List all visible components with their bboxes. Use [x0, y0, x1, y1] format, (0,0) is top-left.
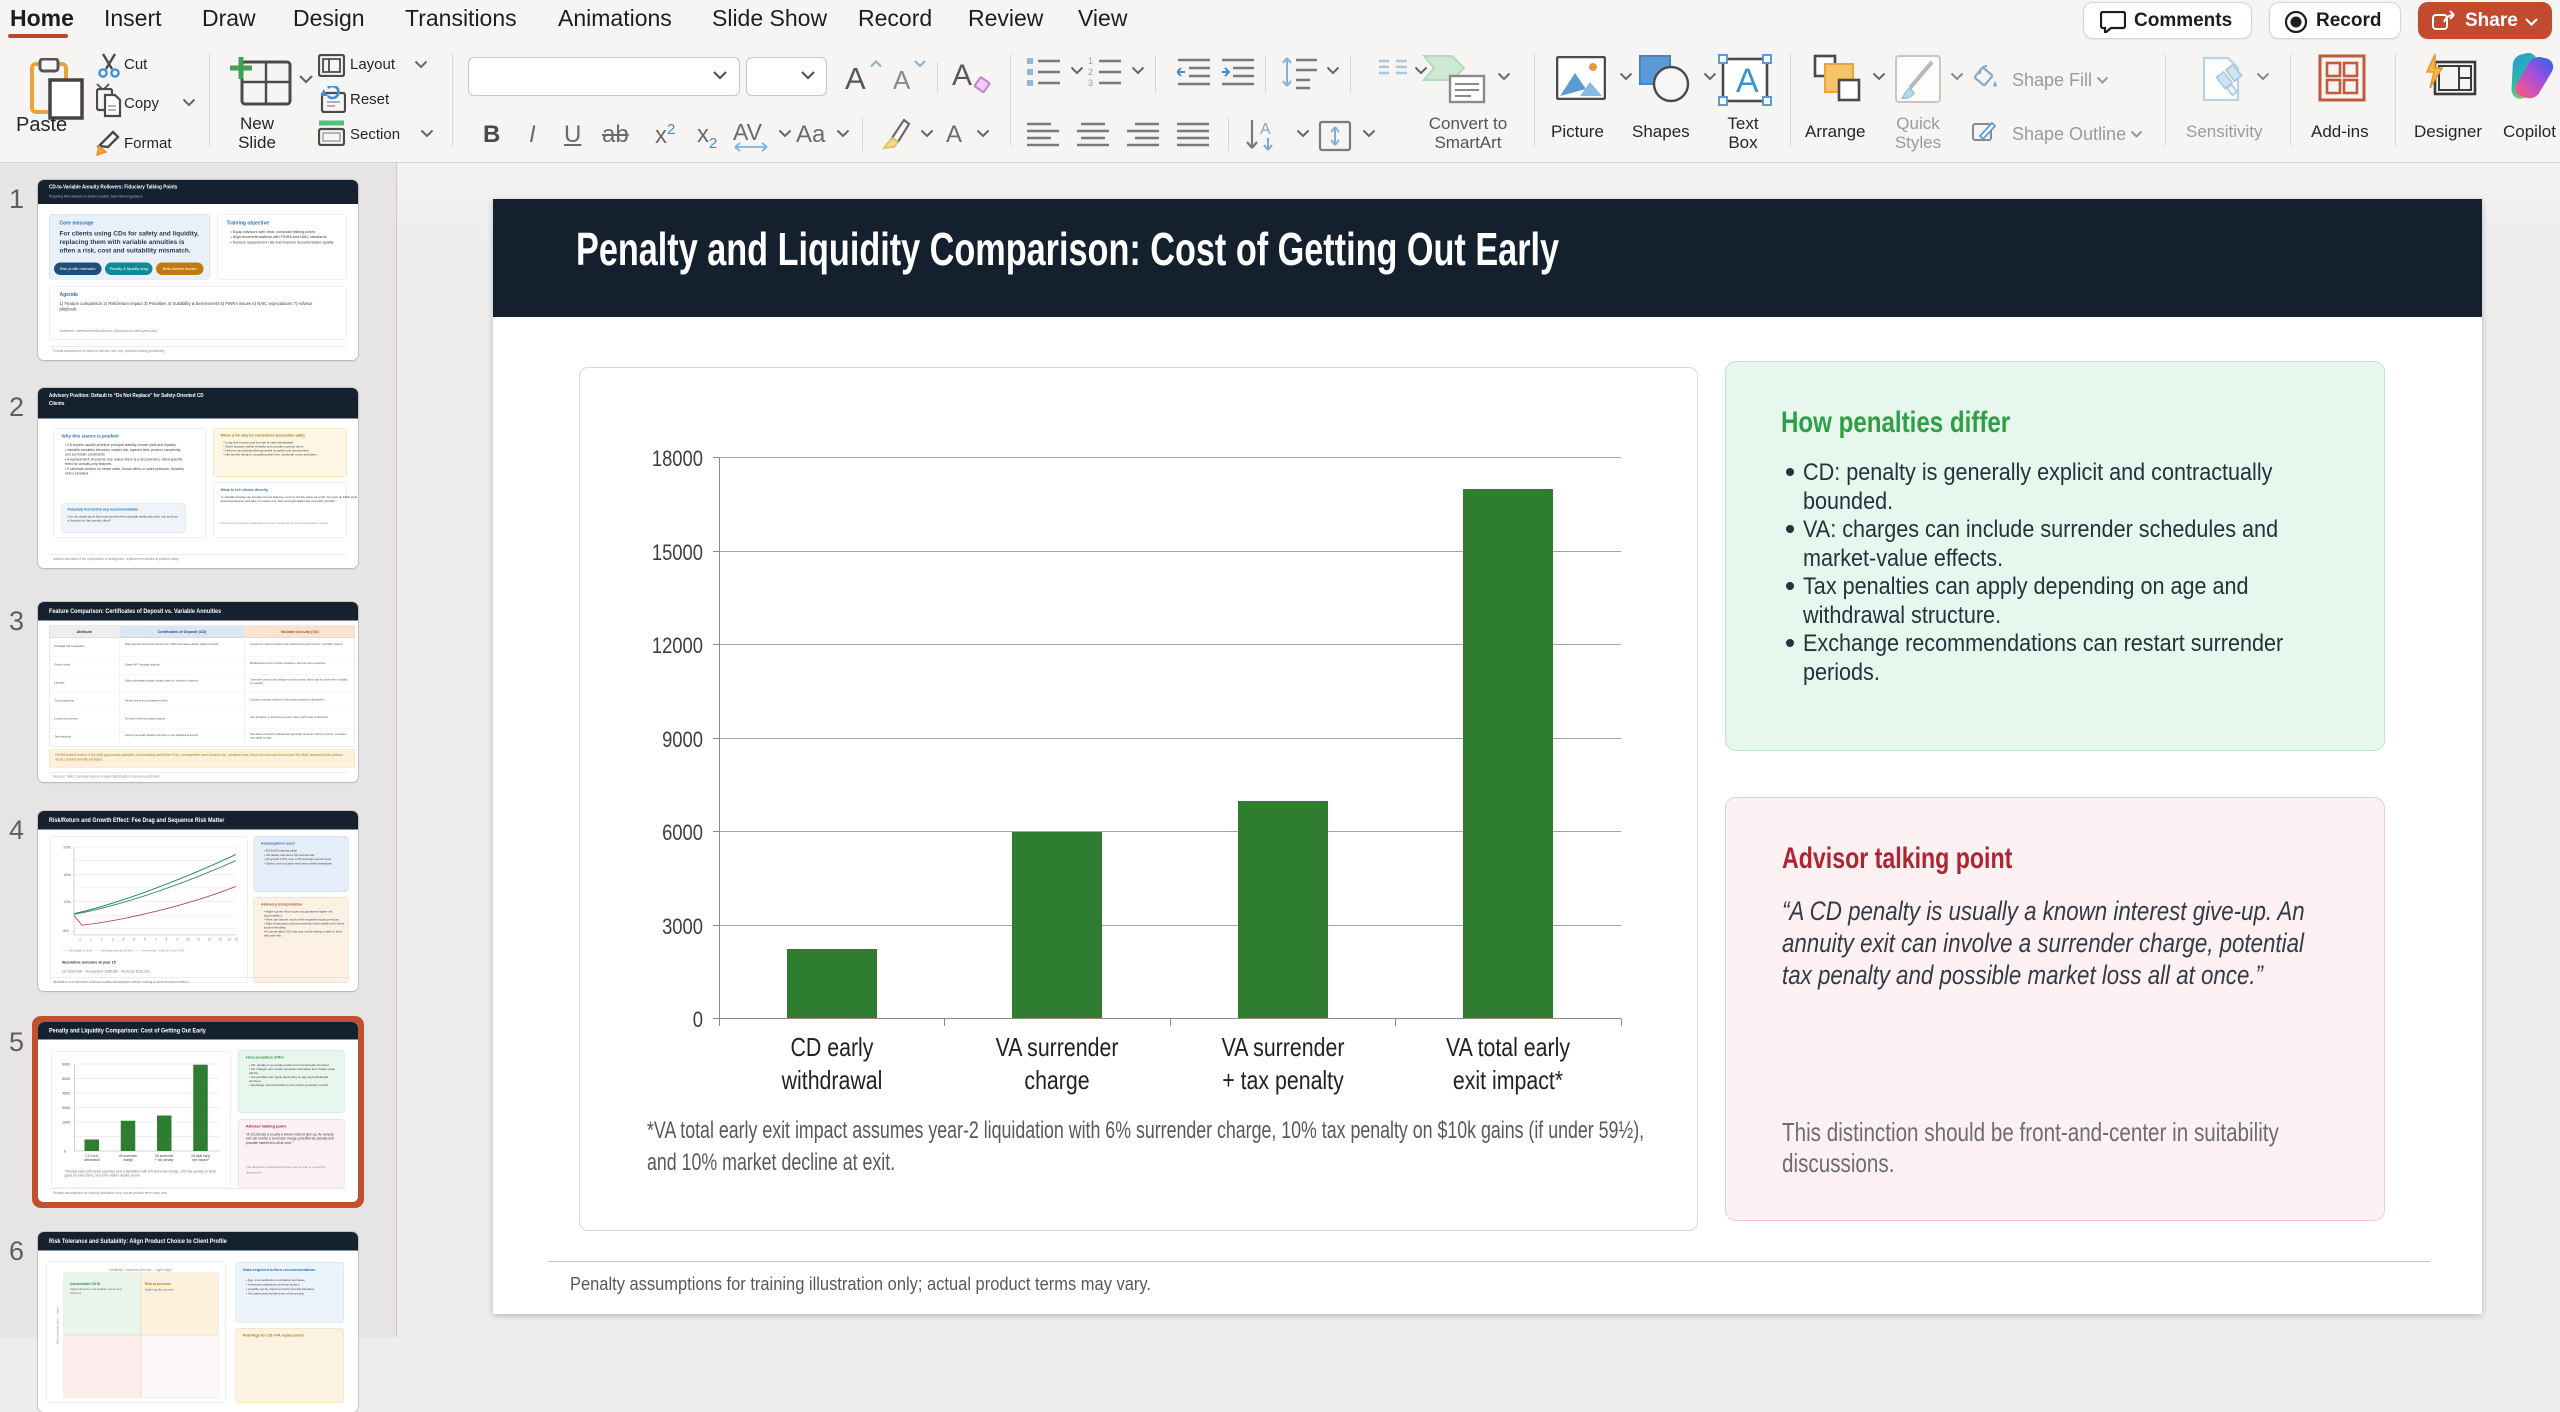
svg-text:120k: 120k	[63, 900, 71, 904]
svg-text:80k: 80k	[63, 929, 69, 933]
svg-text:1: 1	[90, 937, 92, 941]
svg-text:13: 13	[219, 937, 223, 941]
svg-text:8: 8	[166, 937, 168, 941]
svg-text:5: 5	[133, 937, 135, 941]
svg-text:exit impact*: exit impact*	[192, 1158, 210, 1162]
svg-text:7: 7	[155, 937, 157, 941]
svg-text:4500: 4500	[62, 1092, 70, 1096]
svg-text:withdrawal: withdrawal	[84, 1158, 100, 1162]
svg-text:3: 3	[112, 937, 114, 941]
svg-text:6000: 6000	[62, 1077, 70, 1081]
svg-text:11: 11	[197, 937, 200, 941]
svg-text:+ tax penalty: + tax penalty	[155, 1158, 174, 1162]
svg-text:2: 2	[101, 937, 103, 941]
svg-text:1: 1	[1088, 56, 1093, 66]
svg-text:12: 12	[208, 937, 212, 941]
svg-text:0: 0	[64, 1150, 66, 1154]
svg-text:200k: 200k	[63, 845, 71, 849]
svg-text:2: 2	[1088, 67, 1093, 77]
svg-text:15: 15	[234, 937, 238, 941]
svg-text:6: 6	[144, 937, 146, 941]
svg-text:9000: 9000	[62, 1063, 70, 1067]
svg-text:14: 14	[228, 937, 232, 941]
svg-text:A: A	[1260, 121, 1271, 138]
svg-text:A: A	[1736, 62, 1759, 100]
svg-text:0: 0	[79, 937, 81, 941]
svg-text:4: 4	[123, 937, 125, 941]
svg-text:charge: charge	[123, 1158, 133, 1162]
svg-text:160k: 160k	[63, 873, 71, 877]
svg-text:9: 9	[176, 937, 178, 941]
svg-text:10: 10	[186, 937, 190, 941]
svg-text:3: 3	[1088, 78, 1093, 88]
svg-text:1500: 1500	[62, 1121, 70, 1125]
svg-text:3000: 3000	[62, 1106, 70, 1110]
